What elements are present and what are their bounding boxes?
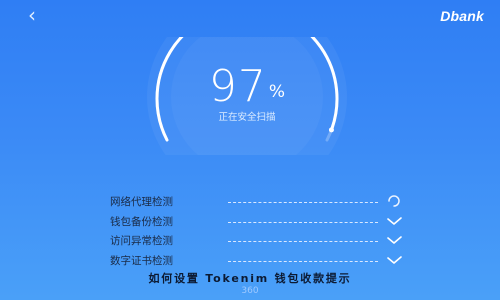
check-icon	[387, 216, 402, 225]
footer-ghost-text: 360	[241, 286, 259, 296]
chevron-left-icon[interactable]: ‹	[28, 5, 50, 27]
percent-value: 97	[208, 61, 267, 112]
check-label: 访问异常检测	[110, 235, 173, 247]
check-row-network: 网络代理检测	[110, 193, 410, 213]
dotted-separator	[228, 241, 378, 242]
scan-status-label: 正在安全扫描	[218, 112, 276, 123]
check-icon	[387, 255, 402, 264]
check-row-access: 访问异常检测	[110, 232, 410, 252]
article-title: 如何设置 Tokenim 钱包收款提示	[148, 272, 352, 285]
percent-sign: %	[268, 82, 286, 102]
scan-dial: 97% 正在安全扫描	[128, 37, 366, 155]
spinner-icon	[388, 195, 400, 207]
check-label: 数字证书检测	[110, 254, 173, 267]
top-bar: ‹ Dbank	[0, 0, 500, 34]
dotted-separator	[228, 202, 378, 203]
ring-progress-dot	[328, 127, 334, 133]
dotted-separator	[228, 221, 378, 223]
check-icon	[387, 236, 402, 244]
check-row-certificate: 数字证书检测	[110, 252, 410, 272]
check-row-wallet-backup: 钱包备份检测	[110, 213, 410, 233]
check-label: 网络代理检测	[110, 196, 173, 208]
scan-percentage: 97%	[128, 61, 366, 112]
dotted-separator	[228, 260, 378, 262]
brand-logo: Dbank	[440, 8, 484, 24]
check-label: 钱包备份检测	[110, 215, 173, 228]
check-list: 网络代理检测 钱包备份检测 访问异常检测 数字证书检测	[110, 193, 410, 271]
